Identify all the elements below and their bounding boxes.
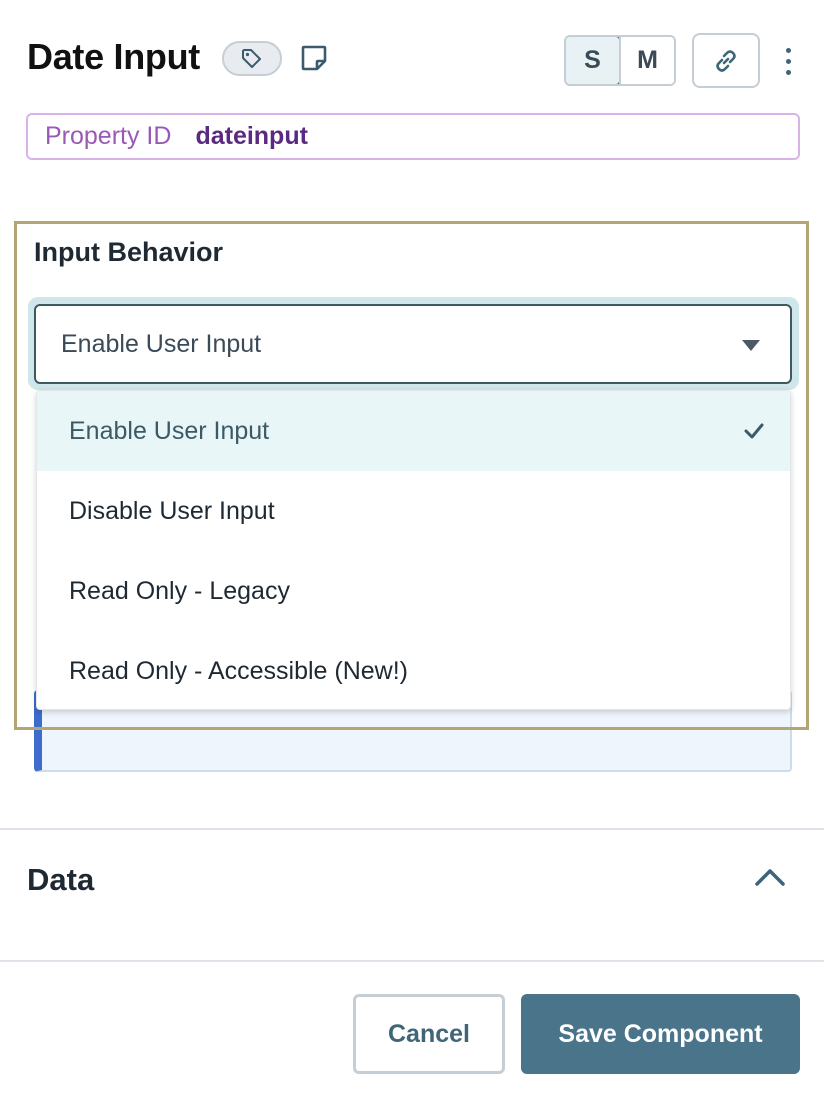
link-icon <box>716 49 736 72</box>
property-id-value: dateinput <box>195 122 308 150</box>
size-toggle: S M <box>564 35 676 86</box>
select-value: Enable User Input <box>61 329 262 358</box>
footer-divider <box>0 960 824 962</box>
input-behavior-label: Input Behavior <box>34 237 224 267</box>
option-enable-user-input[interactable]: Enable User Input <box>37 391 790 471</box>
option-read-only-legacy[interactable]: Read Only - Legacy <box>37 551 790 631</box>
more-vertical-icon <box>785 47 791 53</box>
tag-icon <box>242 48 261 68</box>
section-divider <box>0 828 824 830</box>
option-label: Disable User Input <box>69 496 275 525</box>
note-icon <box>301 45 327 71</box>
property-id-label: Property ID <box>45 122 172 150</box>
size-small-button[interactable]: S <box>566 37 621 84</box>
link-button[interactable] <box>692 33 760 88</box>
input-behavior-select[interactable]: Enable User Input <box>34 304 792 384</box>
cancel-button[interactable]: Cancel <box>353 994 505 1074</box>
property-id-field: Property ID dateinput <box>26 113 800 160</box>
option-read-only-accessible[interactable]: Read Only - Accessible (New!) <box>37 631 790 709</box>
size-medium-button[interactable]: M <box>619 37 674 84</box>
input-behavior-dropdown: Enable User Input Disable User Input Rea… <box>36 390 791 710</box>
caret-down-icon <box>742 340 760 351</box>
data-section-title: Data <box>27 862 95 897</box>
option-label: Enable User Input <box>69 416 270 445</box>
check-icon <box>744 423 764 439</box>
option-label: Read Only - Legacy <box>69 576 290 605</box>
chevron-up-icon[interactable] <box>753 864 787 890</box>
more-options-button[interactable] <box>776 40 800 82</box>
option-disable-user-input[interactable]: Disable User Input <box>37 471 790 551</box>
note-button[interactable] <box>298 42 330 74</box>
save-component-button[interactable]: Save Component <box>521 994 800 1074</box>
tag-button[interactable] <box>222 41 282 76</box>
panel-header: Date Input S M <box>0 0 824 100</box>
component-title: Date Input <box>27 36 200 77</box>
option-label: Read Only - Accessible (New!) <box>69 656 409 685</box>
